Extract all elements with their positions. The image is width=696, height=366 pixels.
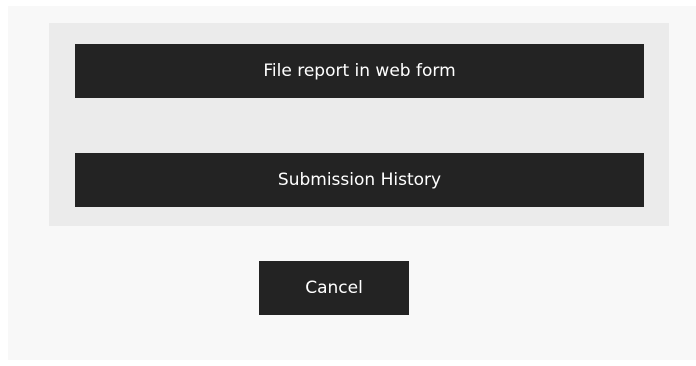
submission-history-button[interactable]: Submission History	[75, 153, 644, 207]
file-report-web-form-button[interactable]: File report in web form	[75, 44, 644, 98]
cancel-button[interactable]: Cancel	[259, 261, 409, 315]
